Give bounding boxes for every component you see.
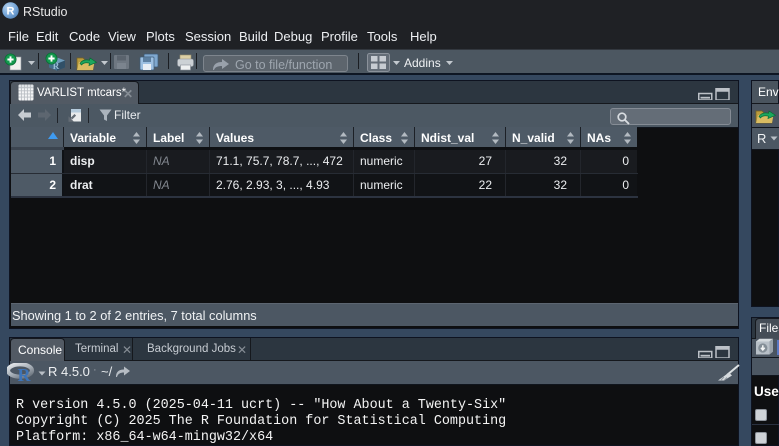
svg-text:R: R: [7, 6, 15, 18]
svg-text:R: R: [18, 365, 32, 382]
